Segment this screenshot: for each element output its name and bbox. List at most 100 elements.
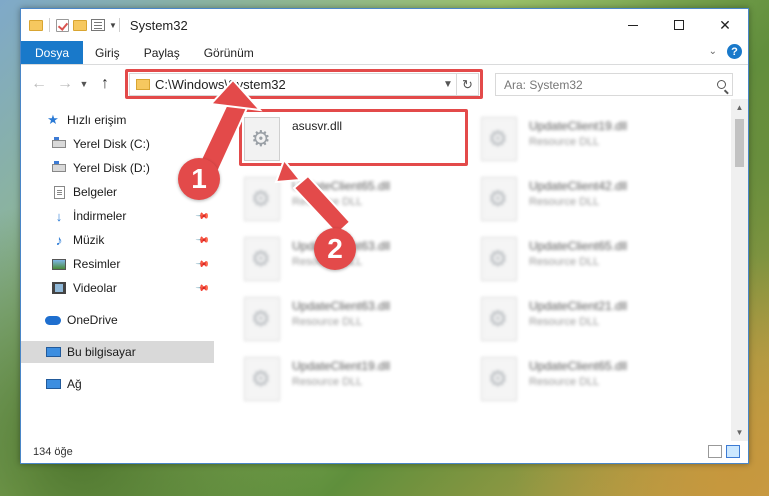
videos-icon [51,281,67,295]
onedrive-icon [45,313,61,327]
file-name: UpdateClient65.dll [529,359,628,373]
search-box[interactable]: Ara: System32 [495,73,733,96]
window-title: System32 [129,17,188,33]
tab-view[interactable]: Görünüm [192,41,266,64]
sidebar-item-label: Belgeler [73,185,118,199]
tiles-view-icon[interactable] [726,445,740,458]
network-icon [45,377,61,391]
customize-toolbar-icon[interactable] [91,19,105,31]
sidebar-item-network[interactable]: Ağ [21,373,214,395]
title-separator [118,18,120,32]
new-folder-icon[interactable] [73,19,87,31]
file-item[interactable]: UpdateClient21.dll Resource DLL [481,297,711,347]
sidebar-item-label: Videolar [73,281,117,295]
sidebar-item-videos[interactable]: Videolar 📌 [21,277,214,299]
file-item[interactable]: UpdateClient42.dll Resource DLL [481,177,711,227]
file-type: Resource DLL [529,376,600,388]
back-button[interactable]: ← [29,75,49,93]
network-shape [45,379,61,389]
file-highlight-box [239,109,468,166]
star-glyph: ★ [47,112,59,127]
scroll-down-icon[interactable]: ▼ [731,424,748,441]
vertical-scrollbar[interactable]: ▲ ▼ [731,99,748,441]
file-name: UpdateClient21.dll [529,299,628,313]
pictures-icon [51,257,67,271]
maximize-button[interactable] [656,9,702,41]
title-bar: ▼ System32 ✕ [21,9,748,41]
scroll-up-icon[interactable]: ▲ [731,99,748,116]
file-item[interactable]: UpdateClient63.dll Resource DLL [244,237,474,287]
sidebar-item-pictures[interactable]: Resimler 📌 [21,253,214,275]
file-item[interactable]: UpdateClient65.dll Resource DLL [481,237,711,287]
up-button[interactable]: ↑ [95,75,115,93]
minimize-button[interactable] [610,9,656,41]
file-item[interactable]: UpdateClient63.dll Resource DLL [244,297,474,347]
cloud-shape [45,315,61,325]
file-name: UpdateClient65.dll [292,179,391,193]
dll-file-icon [481,177,517,221]
search-input[interactable]: Ara: System32 [496,78,710,92]
file-text: UpdateClient65.dll Resource DLL [529,357,627,388]
quick-access-toolbar: ▼ [21,18,117,32]
file-item[interactable]: UpdateClient19.dll Resource DLL [244,357,474,407]
sidebar-item-local-disk-c[interactable]: Yerel Disk (C:) [21,133,214,155]
recent-locations-chevron-icon[interactable]: ▼ [77,79,91,89]
search-icon[interactable] [710,80,732,89]
tab-share[interactable]: Paylaş [132,41,192,64]
forward-button[interactable]: → [55,75,75,93]
dll-file-icon [244,297,280,341]
help-icon[interactable]: ? [727,44,742,59]
file-type: Resource DLL [292,196,363,208]
picture-shape [52,258,66,270]
pin-icon[interactable]: 📌 [195,280,210,296]
sidebar-item-downloads[interactable]: ↓ İndirmeler 📌 [21,205,214,227]
sidebar-item-label: OneDrive [67,313,118,327]
sidebar-item-quick-access[interactable]: ★ Hızlı erişim [21,109,214,131]
file-type: Resource DLL [529,256,600,268]
navigation-pane: ★ Hızlı erişim Yerel Disk (C:) Yerel Dis… [21,109,214,441]
pin-icon[interactable]: 📌 [195,256,210,272]
sidebar-item-label: Hızlı erişim [67,113,127,127]
file-name: UpdateClient63.dll [292,299,391,313]
folder-icon [29,19,43,31]
properties-check-icon[interactable] [56,18,69,32]
search-glass-shape [716,80,726,89]
dll-file-icon [244,237,280,281]
star-icon: ★ [45,112,61,127]
file-name: UpdateClient19.dll [529,119,628,133]
file-type: Resource DLL [529,136,600,148]
file-item[interactable]: UpdateClient65.dll Resource DLL [481,357,711,407]
file-type: Resource DLL [529,196,600,208]
details-view-icon[interactable] [708,445,722,458]
navigation-bar: ← → ▼ ↑ C:\Windows\System32 ▼ ↻ Ara: Sys… [21,69,748,99]
downloads-icon: ↓ [51,209,67,224]
file-text: UpdateClient65.dll Resource DLL [292,177,390,208]
sidebar-item-music[interactable]: ♪ Müzik 📌 [21,229,214,251]
sidebar-item-onedrive[interactable]: OneDrive [21,309,214,331]
maximize-icon [674,20,684,30]
dll-file-icon [481,357,517,401]
sidebar-item-this-pc[interactable]: Bu bilgisayar [21,341,214,363]
ribbon-tabs: Dosya Giriş Paylaş Görünüm ⌄ ? [21,41,748,65]
tab-file[interactable]: Dosya [21,41,84,64]
file-item[interactable]: UpdateClient19.dll Resource DLL [481,117,711,167]
scroll-thumb[interactable] [735,119,744,167]
pin-icon[interactable]: 📌 [195,232,210,248]
callout-badge-2: 2 [314,228,356,270]
toolbar-dropdown-icon[interactable]: ▼ [109,21,117,30]
ribbon-right-controls: ⌄ ? [709,44,742,59]
drive-icon [51,161,67,175]
file-item[interactable]: UpdateClient65.dll Resource DLL [244,177,474,227]
sidebar-item-label: Ağ [67,377,82,391]
file-text: UpdateClient21.dll Resource DLL [529,297,627,328]
expand-ribbon-chevron-icon[interactable]: ⌄ [709,46,717,57]
toolbar-separator [49,18,50,32]
sidebar-item-label: Yerel Disk (C:) [73,137,150,151]
monitor-shape [45,347,61,357]
file-type: Resource DLL [529,316,600,328]
tab-home[interactable]: Giriş [83,41,132,64]
dll-file-icon [481,237,517,281]
pin-icon[interactable]: 📌 [195,208,210,224]
close-button[interactable]: ✕ [702,9,748,41]
address-highlight-box [125,69,483,99]
